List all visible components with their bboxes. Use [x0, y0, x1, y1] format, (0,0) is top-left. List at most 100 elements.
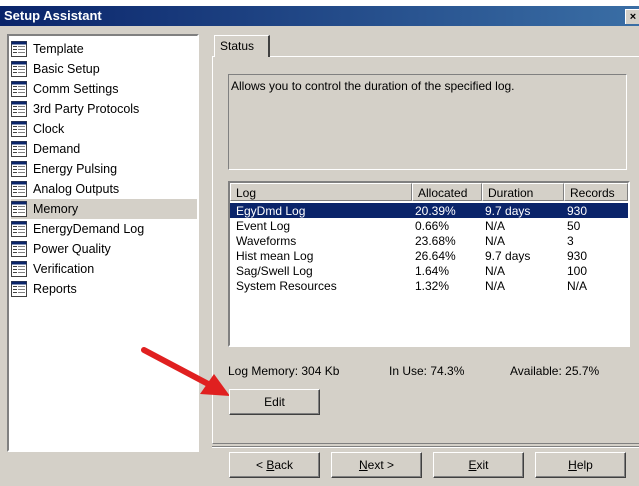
- sidebar-item-label: Analog Outputs: [33, 182, 120, 196]
- table-row[interactable]: System Resources 1.32% N/A N/A: [230, 278, 628, 293]
- table-cell: 3: [567, 234, 574, 248]
- log-table[interactable]: Log Allocated Duration Records EgyDmd Lo…: [228, 181, 630, 347]
- table-cell: N/A: [485, 234, 506, 248]
- back-prefix: <: [255, 458, 267, 472]
- back-button[interactable]: < Back: [229, 452, 320, 478]
- sidebar-item-template[interactable]: Template: [11, 39, 197, 59]
- table-header: Log Allocated Duration Records: [230, 183, 628, 201]
- table-row[interactable]: Sag/Swell Log 1.64% N/A 100: [230, 263, 628, 278]
- column-header-label: Log: [236, 186, 257, 200]
- table-cell: N/A: [485, 264, 506, 278]
- table-cell: 0.66%: [415, 219, 450, 233]
- sidebar-item-label: Reports: [33, 282, 77, 296]
- close-icon: ×: [629, 11, 637, 23]
- document-list-icon: [11, 161, 27, 177]
- sidebar-item-label: Clock: [33, 122, 65, 136]
- document-list-icon: [11, 121, 27, 137]
- document-list-icon: [11, 181, 27, 197]
- sidebar-item-label: 3rd Party Protocols: [33, 102, 140, 116]
- table-cell: 23.68%: [415, 234, 456, 248]
- sidebar-item-3rd-party-protocols[interactable]: 3rd Party Protocols: [11, 99, 197, 119]
- sidebar-item-label: Power Quality: [33, 242, 111, 256]
- table-cell: 1.32%: [415, 279, 450, 293]
- help-mnemonic: H: [568, 458, 577, 472]
- document-list-icon: [11, 261, 27, 277]
- table-cell: 20.39%: [415, 204, 456, 218]
- table-cell: EgyDmd Log: [236, 204, 306, 218]
- document-list-icon: [11, 281, 27, 297]
- red-arrow-annotation: [141, 347, 230, 396]
- document-list-icon: [11, 61, 27, 77]
- table-row[interactable]: Event Log 0.66% N/A 50: [230, 218, 628, 233]
- edit-button[interactable]: Edit: [229, 389, 320, 415]
- sidebar-item-energydemand-log[interactable]: EnergyDemand Log: [11, 219, 197, 239]
- document-list-icon: [11, 101, 27, 117]
- next-button[interactable]: Next >: [331, 452, 422, 478]
- description-box: Allows you to control the duration of th…: [228, 74, 627, 170]
- log-memory-text: Log Memory: 304 Kb: [228, 364, 340, 378]
- table-cell: 1.64%: [415, 264, 450, 278]
- table-cell: Event Log: [236, 219, 291, 233]
- window-title: Setup Assistant: [4, 8, 102, 23]
- sidebar-item-energy-pulsing[interactable]: Energy Pulsing: [11, 159, 197, 179]
- document-list-icon: [11, 81, 27, 97]
- table-cell: 9.7 days: [485, 249, 531, 263]
- sidebar-item-demand[interactable]: Demand: [11, 139, 197, 159]
- column-header-log[interactable]: Log: [230, 183, 412, 201]
- sidebar-item-power-quality[interactable]: Power Quality: [11, 239, 197, 259]
- table-row[interactable]: Hist mean Log 26.64% 9.7 days 930: [230, 248, 628, 263]
- sidebar-item-label: Basic Setup: [33, 62, 100, 76]
- bottom-divider: [212, 446, 639, 448]
- column-header-allocated[interactable]: Allocated: [412, 183, 482, 201]
- exit-rest: xit: [476, 458, 489, 472]
- table-cell: N/A: [485, 279, 506, 293]
- setup-assistant-window: Setup Assistant × Template Basic Setup Com…: [0, 6, 639, 486]
- tab-status[interactable]: Status: [214, 35, 270, 57]
- available-text: Available: 25.7%: [510, 364, 600, 378]
- table-cell: 26.64%: [415, 249, 456, 263]
- table-cell: System Resources: [236, 279, 337, 293]
- tab-status-label: Status: [220, 39, 255, 53]
- sidebar-item-label: Energy Pulsing: [33, 162, 118, 176]
- table-cell: 100: [567, 264, 588, 278]
- sidebar-item-label: Demand: [33, 142, 81, 156]
- exit-mnemonic: E: [468, 458, 477, 472]
- document-list-icon: [11, 221, 27, 237]
- column-header-label: Duration: [488, 186, 534, 200]
- sidebar-item-label: Memory: [33, 202, 79, 216]
- sidebar-item-analog-outputs[interactable]: Analog Outputs: [11, 179, 197, 199]
- sidebar-item-clock[interactable]: Clock: [11, 119, 197, 139]
- document-list-icon: [11, 201, 27, 217]
- table-row[interactable]: Waveforms 23.68% N/A 3: [230, 233, 628, 248]
- sidebar-item-reports[interactable]: Reports: [11, 279, 197, 299]
- exit-button[interactable]: Exit: [433, 452, 524, 478]
- title-bar: Setup Assistant ×: [0, 6, 639, 26]
- table-cell: 50: [567, 219, 581, 233]
- next-rest: ext >: [367, 458, 395, 472]
- close-button[interactable]: ×: [625, 9, 639, 24]
- sidebar-item-label: Verification: [33, 262, 95, 276]
- table-cell: Waveforms: [236, 234, 297, 248]
- table-body: EgyDmd Log 20.39% 9.7 days 930 Event Log 0.66…: [230, 203, 628, 293]
- description-text: Allows you to control the duration of th…: [231, 79, 515, 93]
- in-use-text: In Use: 74.3%: [389, 364, 465, 378]
- sidebar-item-label: Comm Settings: [33, 82, 119, 96]
- column-header-records[interactable]: Records: [564, 183, 628, 201]
- document-list-icon: [11, 141, 27, 157]
- sidebar-item-comm-settings[interactable]: Comm Settings: [11, 79, 197, 99]
- column-header-label: Records: [570, 186, 615, 200]
- help-button[interactable]: Help: [535, 452, 626, 478]
- back-rest: ack: [274, 458, 294, 472]
- sidebar-item-verification[interactable]: Verification: [11, 259, 197, 279]
- table-cell: Sag/Swell Log: [236, 264, 313, 278]
- sidebar-item-memory[interactable]: Memory: [11, 199, 197, 219]
- table-cell: Hist mean Log: [236, 249, 314, 263]
- table-cell: N/A: [485, 219, 506, 233]
- document-list-icon: [11, 41, 27, 57]
- table-cell: N/A: [567, 279, 588, 293]
- sidebar-item-label: Template: [33, 42, 84, 56]
- document-list-icon: [11, 241, 27, 257]
- column-header-duration[interactable]: Duration: [482, 183, 564, 201]
- sidebar-item-basic-setup[interactable]: Basic Setup: [11, 59, 197, 79]
- table-row[interactable]: EgyDmd Log 20.39% 9.7 days 930: [230, 203, 628, 218]
